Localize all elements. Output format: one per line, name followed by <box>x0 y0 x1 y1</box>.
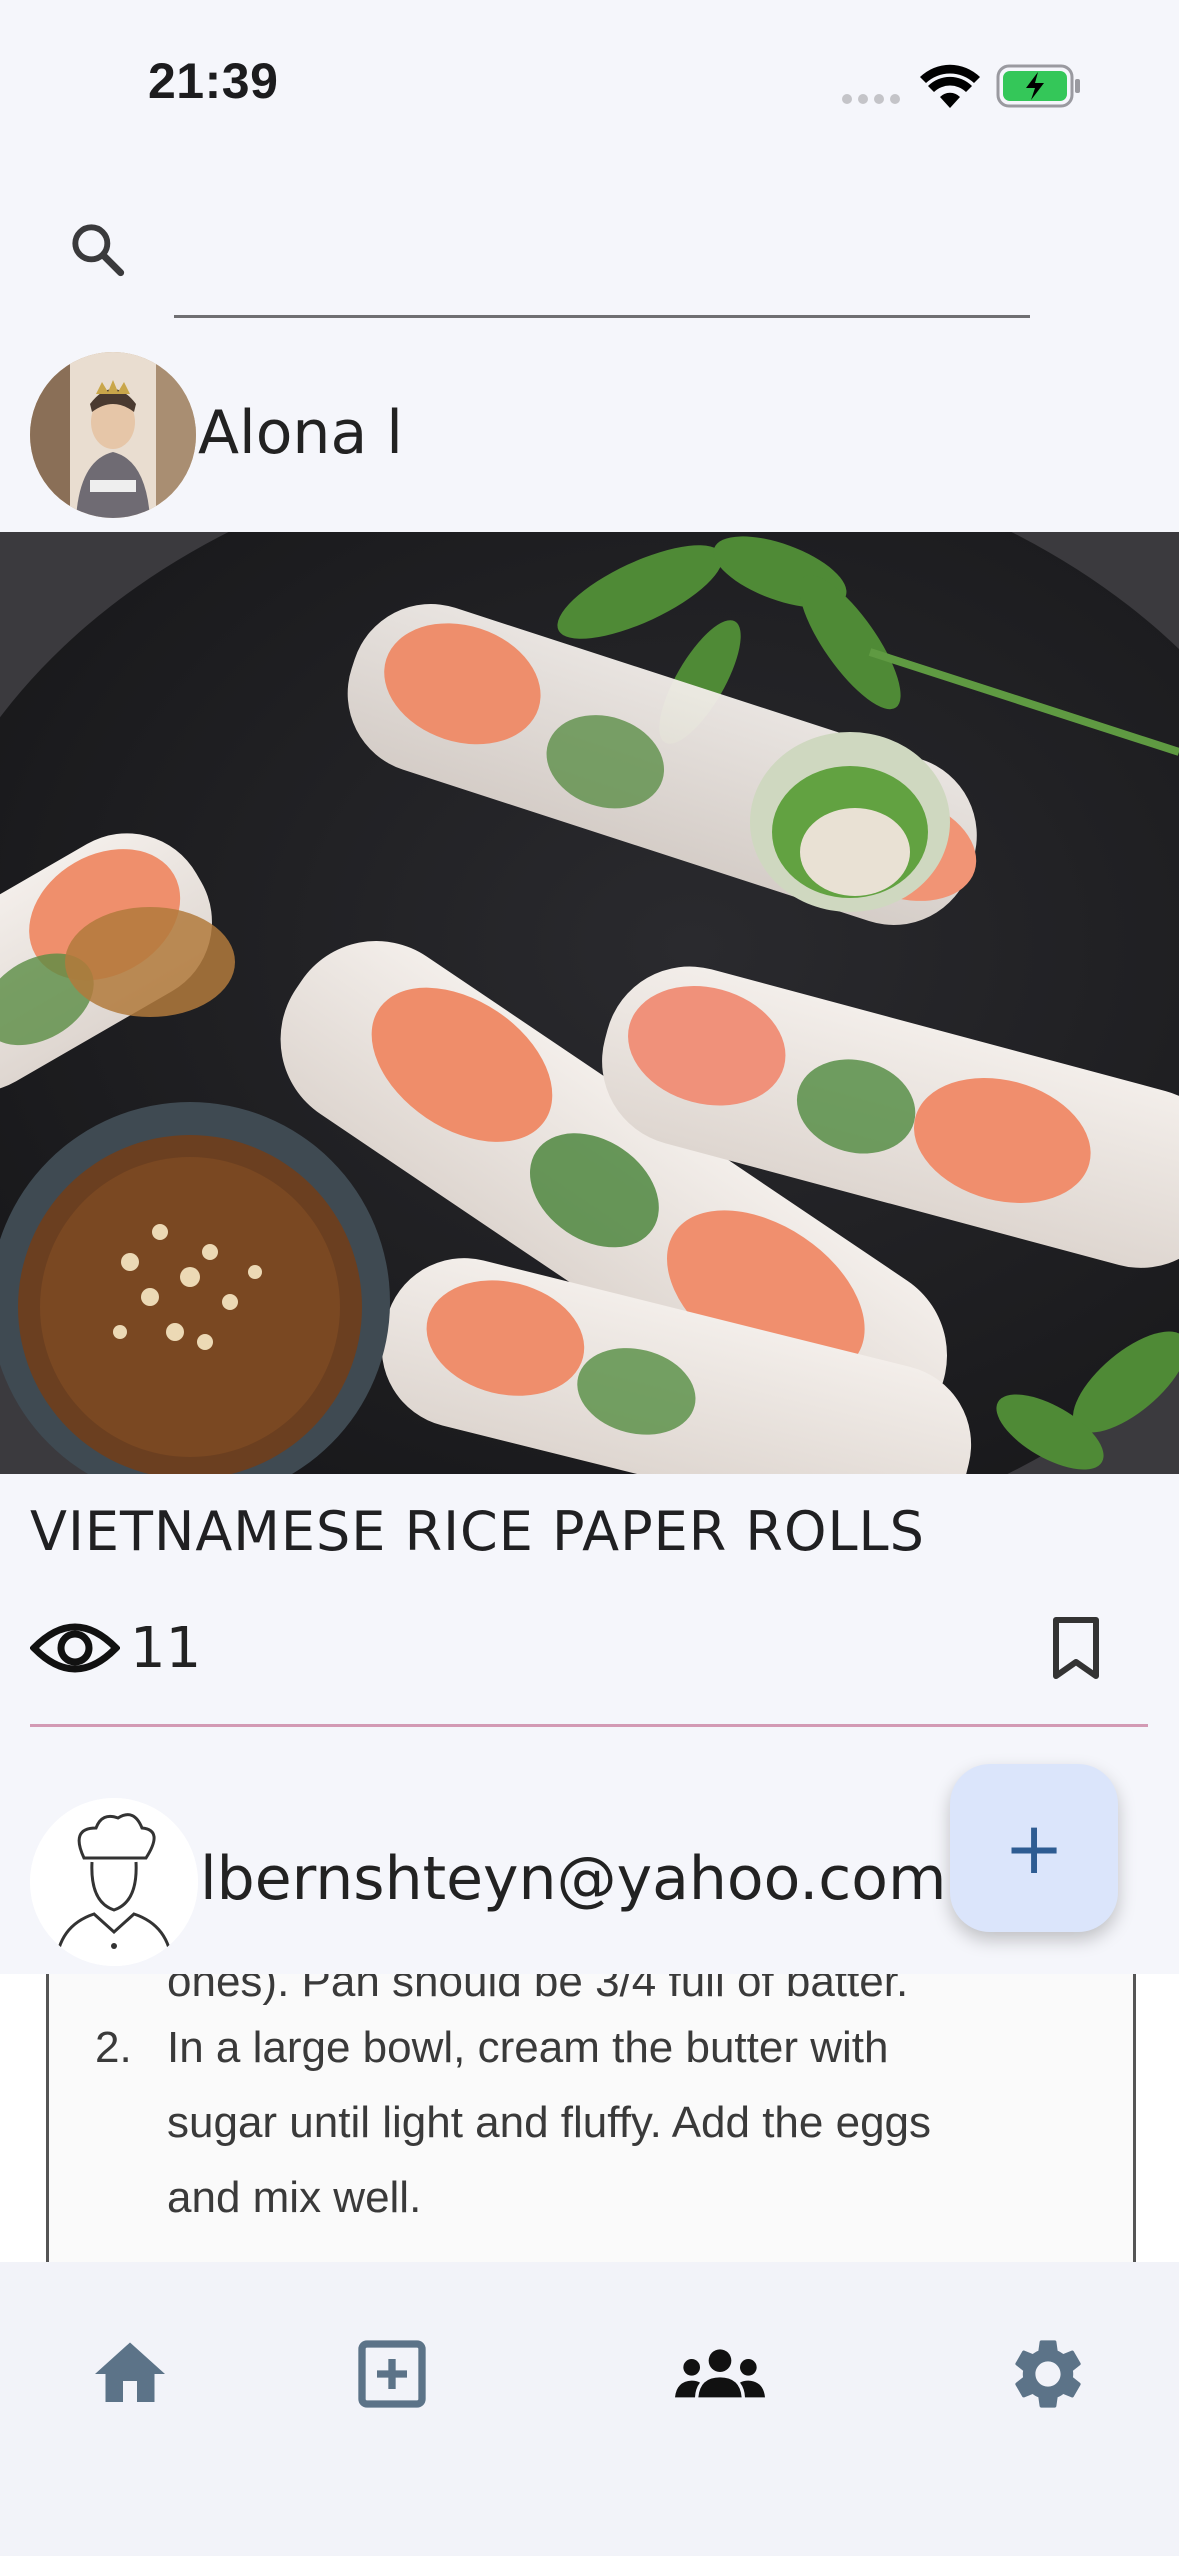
nav-community[interactable] <box>660 2314 780 2434</box>
eye-icon <box>30 1623 120 1673</box>
document-line: and mix well. <box>167 2173 422 2222</box>
groups-icon <box>675 2349 765 2398</box>
document-line: In a large bowl, cream the butter with <box>167 2023 889 2072</box>
plus-icon: + <box>1003 1806 1065 1890</box>
recipe-title[interactable]: VIETNAMESE RICE PAPER ROLLS <box>30 1500 925 1563</box>
document-step-number: 2. <box>95 2023 132 2072</box>
cellular-signal-icon <box>842 94 906 106</box>
bookmark-icon[interactable] <box>1046 1616 1106 1680</box>
recipe-photo[interactable] <box>0 532 1179 1474</box>
views-count: 11 <box>130 1616 202 1681</box>
document-line: sugar until light and fluffy. Add the eg… <box>167 2098 932 2147</box>
add-box-icon <box>358 2340 426 2408</box>
wifi-icon <box>920 64 980 108</box>
chef-avatar-icon[interactable] <box>30 1798 198 1966</box>
settings-icon <box>1015 2340 1081 2408</box>
status-time: 21:39 <box>148 53 279 109</box>
author-name[interactable]: Alona l <box>198 398 403 468</box>
search-icon[interactable] <box>66 218 130 282</box>
divider <box>30 1724 1148 1727</box>
add-recipe-button[interactable]: + <box>950 1764 1118 1932</box>
battery-charging-icon <box>996 64 1080 108</box>
author-name[interactable]: lbernshteyn@yahoo.com <box>200 1844 946 1914</box>
search-input[interactable] <box>174 230 1030 318</box>
document-frame: ones). Pan should be 3/4 full of batter.… <box>46 1974 1136 2264</box>
recipe-document-image[interactable]: ones). Pan should be 3/4 full of batter.… <box>0 1974 1179 2264</box>
avatar[interactable] <box>30 352 196 518</box>
home-icon <box>95 2342 165 2402</box>
nav-settings[interactable] <box>988 2314 1108 2434</box>
nav-home[interactable] <box>70 2314 190 2434</box>
bottom-navigation <box>0 2262 1179 2556</box>
nav-add-recipe[interactable] <box>332 2314 452 2434</box>
